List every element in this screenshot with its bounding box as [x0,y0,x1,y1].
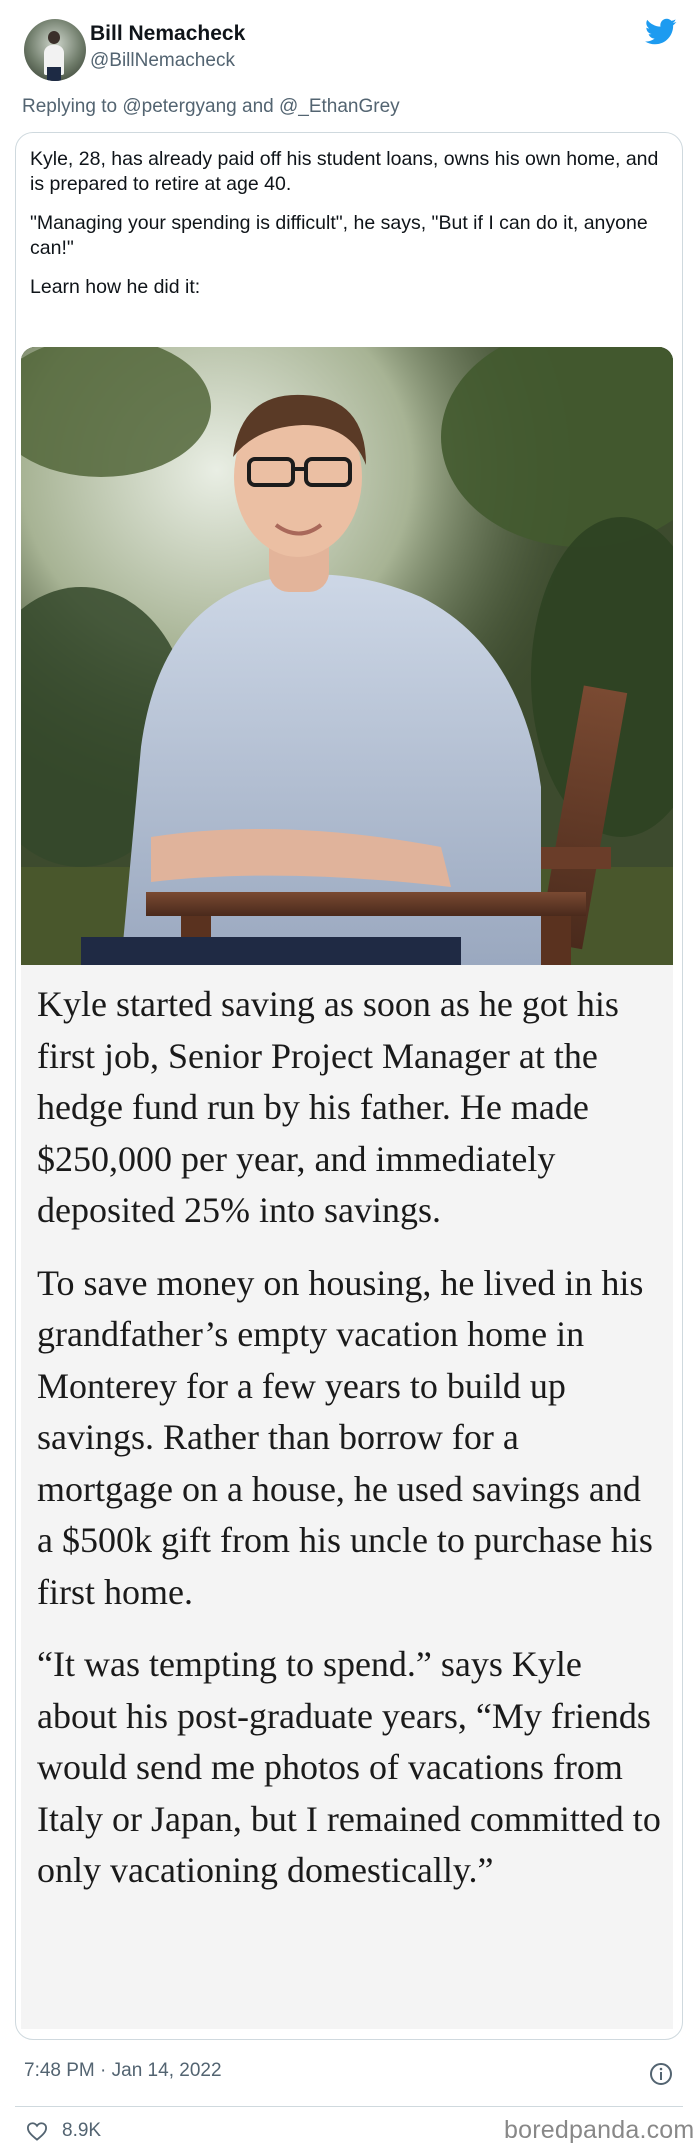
replying-to: Replying to @petergyang and @_EthanGrey [22,96,400,118]
reply-user-link[interactable]: @_EthanGrey [279,96,400,117]
portrait-photo [21,347,673,965]
intro-paragraph: "Managing your spending is difficult", h… [30,212,648,259]
article-paragraph: Kyle started saving as soon as he got hi… [37,984,619,1230]
article-paragraph: To save money on housing, he lived in hi… [37,1262,653,1612]
intro-paragraph: Kyle, 28, has already paid off his stude… [30,148,659,195]
watermark: boredpanda.com [504,2116,695,2144]
avatar[interactable] [24,19,86,81]
quoted-image-card[interactable]: Kyle, 28, has already paid off his stude… [15,132,683,2040]
article-text: Kyle started saving as soon as he got hi… [37,979,662,1918]
article-excerpt: Kyle started saving as soon as he got hi… [21,965,673,2029]
tweet-header: Bill Nemacheck @BillNemacheck [0,0,700,92]
reply-prefix: Replying to [22,96,123,117]
intro-text: Kyle, 28, has already paid off his stude… [30,147,670,314]
display-name[interactable]: Bill Nemacheck [90,22,245,46]
heart-icon[interactable] [26,2121,48,2141]
tweet-timestamp[interactable]: 7:48 PM · Jan 14, 2022 [24,2060,222,2082]
article-paragraph: “It was tempting to spend.” says Kyle ab… [37,1644,661,1890]
user-handle[interactable]: @BillNemacheck [90,50,235,72]
intro-paragraph: Learn how he did it: [30,276,201,298]
like-count[interactable]: 8.9K [62,2120,101,2142]
footer-divider [15,2106,683,2107]
reply-user-link[interactable]: @petergyang [122,96,236,117]
twitter-bird-icon[interactable] [645,18,677,46]
info-icon[interactable] [649,2062,673,2086]
reply-and: and [236,96,279,117]
